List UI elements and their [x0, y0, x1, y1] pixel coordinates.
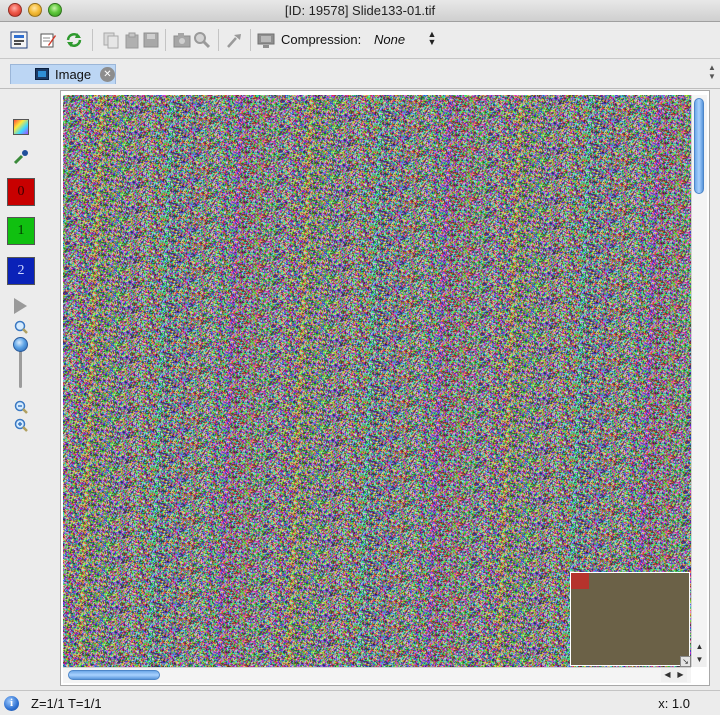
- z-t-position: Z=1/1 T=1/1: [31, 696, 102, 711]
- tab-scroll-arrows-icon[interactable]: ▲ ▼: [708, 63, 716, 81]
- zoom-slider-thumb[interactable]: [13, 337, 28, 352]
- camera-icon[interactable]: [172, 30, 192, 50]
- thumbnail-viewport-indicator[interactable]: [571, 573, 589, 589]
- scroll-left-arrow-icon[interactable]: ◀: [661, 668, 674, 682]
- eyedropper-icon[interactable]: [12, 148, 30, 166]
- play-icon[interactable]: [14, 298, 27, 314]
- viewer-corner-icon[interactable]: ↘: [680, 656, 691, 667]
- info-icon[interactable]: i: [4, 696, 19, 711]
- compression-select-arrows-icon[interactable]: ▲ ▼: [427, 30, 437, 47]
- tool-palette: 0 1 2: [0, 90, 60, 686]
- vertical-scroll-thumb[interactable]: [694, 98, 704, 194]
- color-lut-icon[interactable]: [12, 118, 30, 136]
- zoom-fit-icon[interactable]: [12, 318, 30, 336]
- tab-strip: Image ✕ ▲ ▼: [0, 59, 720, 89]
- horizontal-scroll-thumb[interactable]: [68, 670, 160, 680]
- tab-image[interactable]: Image ✕: [10, 64, 116, 84]
- x-readout: x: 1.0: [658, 696, 690, 711]
- toolbar-separator: [218, 29, 219, 51]
- tab-label: Image: [55, 67, 92, 82]
- toolbar-separator: [165, 29, 166, 51]
- image-tab-icon: [35, 68, 49, 80]
- toolbar-separator: [92, 29, 93, 51]
- image-viewer-window: [ID: 19578] Slide133-01.tif Compression:…: [0, 0, 720, 715]
- toolbar-separator: [250, 29, 251, 51]
- image-info-icon[interactable]: [9, 30, 29, 50]
- close-tab-icon[interactable]: ✕: [100, 67, 115, 82]
- compression-label: Compression:: [281, 32, 362, 47]
- zoom-out-icon[interactable]: [12, 398, 30, 416]
- channel-1-button[interactable]: 1: [7, 217, 35, 245]
- channel-0-button[interactable]: 0: [7, 178, 35, 206]
- scroll-right-arrow-icon[interactable]: ▶: [674, 668, 687, 682]
- paste-icon[interactable]: [122, 30, 142, 50]
- compression-select[interactable]: None: [374, 32, 405, 47]
- toolbar: Compression: None ▲ ▼: [0, 22, 720, 59]
- title-bar: [ID: 19578] Slide133-01.tif: [0, 0, 720, 22]
- channel-2-button[interactable]: 2: [7, 257, 35, 285]
- edit-annotate-icon[interactable]: [38, 30, 58, 50]
- scroll-down-arrow-icon[interactable]: ▼: [693, 653, 706, 667]
- zoom-slider-track[interactable]: [19, 348, 22, 388]
- status-bar: i Z=1/1 T=1/1 x: 1.0: [0, 690, 720, 715]
- window-title: [ID: 19578] Slide133-01.tif: [284, 3, 436, 18]
- magnify-icon[interactable]: [192, 30, 212, 50]
- save-icon[interactable]: [141, 30, 161, 50]
- scroll-up-arrow-icon[interactable]: ▲: [693, 640, 706, 654]
- pick-tool-icon[interactable]: [224, 30, 244, 50]
- copy-icon[interactable]: [101, 30, 121, 50]
- refresh-icon[interactable]: [64, 30, 84, 50]
- compression-icon: [256, 30, 276, 50]
- zoom-in-icon[interactable]: [12, 416, 30, 434]
